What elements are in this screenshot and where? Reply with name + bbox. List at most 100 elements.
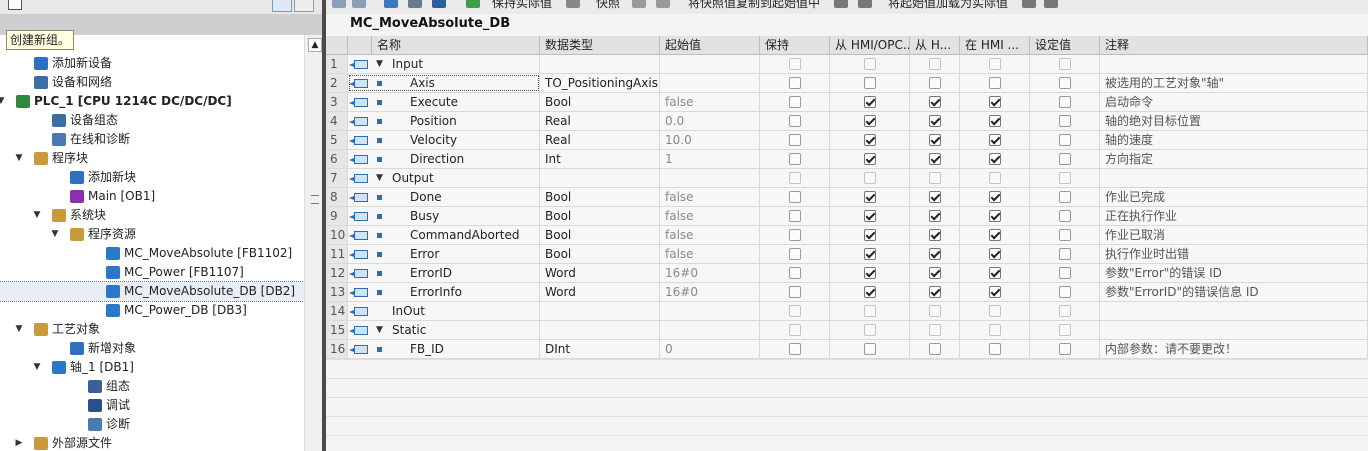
- setpoint-checkbox[interactable]: [1059, 267, 1071, 279]
- setpoint-checkbox[interactable]: [1059, 305, 1071, 317]
- tree-item[interactable]: ▼ 工艺对象: [0, 320, 304, 339]
- start-value-cell[interactable]: [660, 55, 760, 73]
- retain-checkbox[interactable]: [789, 58, 801, 70]
- start-value-cell[interactable]: false: [660, 245, 760, 263]
- hmi-writable-checkbox[interactable]: [929, 305, 941, 317]
- setpoint-checkbox[interactable]: [1059, 134, 1071, 146]
- name-cell[interactable]: ▼ Output: [348, 169, 540, 187]
- name-cell[interactable]: Error: [348, 245, 540, 263]
- row-number[interactable]: 6: [326, 150, 348, 168]
- hmi-opc-checkbox[interactable]: [864, 229, 876, 241]
- start-value-cell[interactable]: false: [660, 207, 760, 225]
- setpoint-checkbox[interactable]: [1059, 210, 1071, 222]
- collapse-arrow-icon[interactable]: ▼: [376, 321, 383, 339]
- retain-checkbox[interactable]: [789, 172, 801, 184]
- comment-cell[interactable]: 启动命令: [1100, 93, 1368, 111]
- grid-view-button[interactable]: [272, 0, 292, 12]
- collapse-arrow-icon[interactable]: ▼: [14, 320, 24, 339]
- row-number[interactable]: 12: [326, 264, 348, 282]
- hmi-visible-checkbox[interactable]: [989, 305, 1001, 317]
- row-number[interactable]: 15: [326, 321, 348, 339]
- data-type-cell[interactable]: [540, 321, 660, 339]
- insert-row-icon[interactable]: [332, 0, 346, 8]
- hmi-writable-checkbox[interactable]: [929, 58, 941, 70]
- data-type-cell[interactable]: Bool: [540, 207, 660, 225]
- name-cell[interactable]: Done: [348, 188, 540, 206]
- hmi-opc-checkbox[interactable]: [864, 324, 876, 336]
- comment-cell[interactable]: 轴的速度: [1100, 131, 1368, 149]
- data-type-cell[interactable]: DInt: [540, 340, 660, 358]
- row-number[interactable]: 9: [326, 207, 348, 225]
- name-cell[interactable]: ErrorID: [348, 264, 540, 282]
- table-row[interactable]: 9 Busy Bool false 正在执行作业: [326, 207, 1368, 226]
- hmi-visible-checkbox[interactable]: [989, 267, 1001, 279]
- name-cell[interactable]: InOut: [348, 302, 540, 320]
- download-icon[interactable]: [1022, 0, 1036, 8]
- collapse-arrow-icon[interactable]: ▼: [50, 225, 60, 244]
- setpoint-checkbox[interactable]: [1059, 343, 1071, 355]
- start-value-cell[interactable]: 1: [660, 150, 760, 168]
- start-value-cell[interactable]: false: [660, 93, 760, 111]
- retain-checkbox[interactable]: [789, 115, 801, 127]
- comment-cell[interactable]: 轴的绝对目标位置: [1100, 112, 1368, 130]
- data-type-cell[interactable]: [540, 302, 660, 320]
- hmi-opc-checkbox[interactable]: [864, 248, 876, 260]
- name-cell[interactable]: Direction: [348, 150, 540, 168]
- hmi-opc-checkbox[interactable]: [864, 267, 876, 279]
- hmi-writable-checkbox[interactable]: [929, 343, 941, 355]
- retain-checkbox[interactable]: [789, 210, 801, 222]
- tree-item[interactable]: ▼ PLC_1 [CPU 1214C DC/DC/DC]: [0, 92, 304, 111]
- retain-checkbox[interactable]: [789, 153, 801, 165]
- comment-cell[interactable]: [1100, 321, 1368, 339]
- hmi-writable-checkbox[interactable]: [929, 210, 941, 222]
- hmi-visible-checkbox[interactable]: [989, 58, 1001, 70]
- name-cell[interactable]: Position: [348, 112, 540, 130]
- hmi-visible-checkbox[interactable]: [989, 134, 1001, 146]
- collapse-arrow-icon[interactable]: ▼: [32, 206, 42, 225]
- monitor-icon[interactable]: [466, 0, 480, 8]
- header-setpoint[interactable]: 设定值: [1030, 36, 1100, 55]
- comment-cell[interactable]: 被选用的工艺对象"轴": [1100, 74, 1368, 92]
- header-name[interactable]: 名称: [372, 36, 540, 55]
- hmi-opc-checkbox[interactable]: [864, 210, 876, 222]
- hmi-visible-checkbox[interactable]: [989, 191, 1001, 203]
- start-value-cell[interactable]: [660, 321, 760, 339]
- comment-cell[interactable]: 执行作业时出错: [1100, 245, 1368, 263]
- hmi-writable-checkbox[interactable]: [929, 115, 941, 127]
- row-number[interactable]: 8: [326, 188, 348, 206]
- tree-item[interactable]: 添加新块: [0, 168, 304, 187]
- snapshot-icon[interactable]: [566, 0, 580, 8]
- tree-item[interactable]: 设备组态: [0, 111, 304, 130]
- table-row[interactable]: 5 Velocity Real 10.0 轴的速度: [326, 131, 1368, 150]
- tree-scrollbar[interactable]: ▲: [304, 35, 322, 451]
- start-value-cell[interactable]: 0.0: [660, 112, 760, 130]
- retain-checkbox[interactable]: [789, 134, 801, 146]
- retain-checkbox[interactable]: [789, 229, 801, 241]
- retain-checkbox[interactable]: [789, 267, 801, 279]
- hmi-writable-checkbox[interactable]: [929, 324, 941, 336]
- data-type-cell[interactable]: Bool: [540, 93, 660, 111]
- collapse-arrow-icon[interactable]: ▼: [32, 358, 42, 377]
- tree-item[interactable]: MC_MoveAbsolute [FB1102]: [0, 244, 304, 263]
- data-type-cell[interactable]: Real: [540, 131, 660, 149]
- comment-cell[interactable]: 参数"ErrorID"的错误信息 ID: [1100, 283, 1368, 301]
- header-hmi-visible[interactable]: 在 HMI ...: [960, 36, 1030, 55]
- row-number[interactable]: 7: [326, 169, 348, 187]
- keep-actual-values-button[interactable]: 保持实际值: [492, 0, 552, 11]
- hmi-visible-checkbox[interactable]: [989, 153, 1001, 165]
- comment-cell[interactable]: [1100, 169, 1368, 187]
- expand-arrow-icon[interactable]: ▶: [14, 434, 24, 451]
- tree-item[interactable]: MC_Power [FB1107]: [0, 263, 304, 282]
- tree-item[interactable]: 诊断: [0, 415, 304, 434]
- header-retain[interactable]: 保持: [760, 36, 830, 55]
- setpoint-checkbox[interactable]: [1059, 96, 1071, 108]
- name-cell[interactable]: Axis: [348, 74, 540, 92]
- retain-checkbox[interactable]: [789, 343, 801, 355]
- hmi-opc-checkbox[interactable]: [864, 115, 876, 127]
- tree-item[interactable]: 设备和网络: [0, 73, 304, 92]
- list-view-button[interactable]: [294, 0, 314, 12]
- table-row[interactable]: 8 Done Bool false 作业已完成: [326, 188, 1368, 207]
- name-cell[interactable]: Busy: [348, 207, 540, 225]
- list-icon[interactable]: [432, 0, 446, 8]
- table-row[interactable]: 4 Position Real 0.0 轴的绝对目标位置: [326, 112, 1368, 131]
